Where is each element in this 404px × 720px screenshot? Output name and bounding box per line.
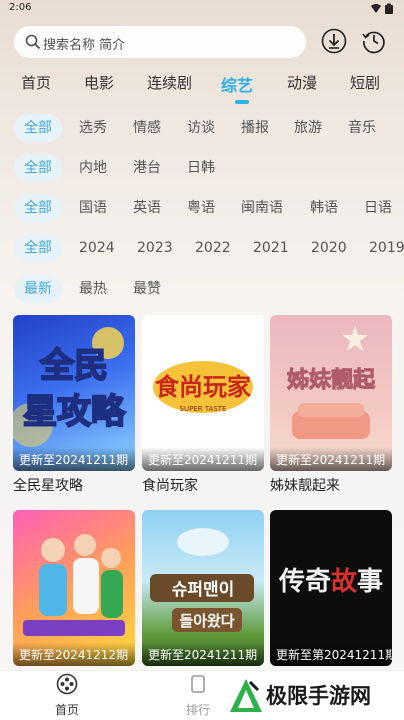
episode-badge: 更新至20241212期 [13, 642, 135, 666]
filter-row-type: 全部 选秀 情感 访谈 播报 旅游 音乐 [0, 114, 404, 142]
filter-chip[interactable]: 最新 [14, 275, 62, 303]
filter-chip[interactable]: 2020 [311, 234, 347, 262]
filter-chip[interactable]: 音乐 [348, 114, 376, 142]
show-card[interactable]: 更新至20241212期 [13, 510, 135, 666]
filter-chip[interactable]: 内地 [79, 154, 107, 182]
show-card[interactable]: 姊妹靓起 更新至20241211期 姊妹靓起来 [270, 315, 392, 495]
poster: 食尚玩家 SUPER TASTE 更新至20241211期 [142, 315, 264, 471]
filter-row-region: 全部 内地 港台 日韩 [0, 154, 404, 182]
poster: 슈퍼맨이 돌아왔다 更新至20241211期 [142, 510, 264, 666]
filter-chip[interactable]: 2024 [79, 234, 115, 262]
svg-text:食尚玩家: 食尚玩家 [155, 373, 251, 401]
filter-chip[interactable]: 全部 [14, 154, 62, 182]
filter-row-year: 全部 2024 2023 2022 2021 2020 2019 [0, 234, 404, 262]
filter-chip[interactable]: 2021 [253, 234, 289, 262]
svg-text:姊妹靓起: 姊妹靓起 [287, 367, 376, 393]
episode-badge: 更新至20241211期 [270, 447, 392, 471]
rank-icon [191, 675, 205, 693]
tab-movie[interactable]: 电影 [84, 72, 114, 93]
svg-text:SUPER TASTE: SUPER TASTE [180, 405, 227, 413]
tab-variety[interactable]: 综艺 [221, 72, 253, 96]
show-title: 姊妹靓起来 [270, 478, 340, 494]
download-icon[interactable] [321, 28, 347, 54]
filter-chip[interactable]: 2023 [137, 234, 173, 262]
episode-badge: 更新至20241211期 [142, 447, 264, 471]
tab-short-drama[interactable]: 短剧 [350, 72, 380, 93]
episode-badge: 更新至20241211期 [142, 642, 264, 666]
search-icon [25, 34, 41, 50]
nav-home-label: 首页 [54, 703, 79, 717]
episode-badge: 更新至第20241211期 [270, 642, 392, 666]
watermark-logo-icon [230, 679, 262, 712]
search-placeholder: 搜索名称 简介 [43, 38, 126, 53]
filter-chip[interactable]: 最热 [79, 275, 107, 303]
filter-chip[interactable]: 播报 [241, 114, 269, 142]
show-card[interactable]: 传奇故事 更新至第20241211期 [270, 510, 392, 666]
poster: 全民 星攻略 更新至20241211期 [13, 315, 135, 471]
show-card[interactable]: 슈퍼맨이 돌아왔다 更新至20241211期 [142, 510, 264, 666]
watermark-text: 极限手游网 [266, 684, 371, 708]
filter-chip[interactable]: 旅游 [294, 114, 322, 142]
category-tabs: 首页 电影 连续剧 综艺 动漫 短剧 [0, 70, 404, 110]
filter-chip[interactable]: 2022 [195, 234, 231, 262]
show-title: 食尚玩家 [142, 478, 198, 494]
filter-row-language: 全部 国语 英语 粤语 闽南语 韩语 日语 [0, 194, 404, 222]
nav-home[interactable]: 首页 [37, 673, 97, 718]
svg-text:슈퍼맨이: 슈퍼맨이 [172, 580, 235, 600]
filter-chip[interactable]: 2019 [369, 234, 404, 262]
tab-home[interactable]: 首页 [21, 72, 51, 93]
nav-rank-label: 排行 [185, 703, 210, 717]
poster: 更新至20241212期 [13, 510, 135, 666]
filter-chip[interactable]: 国语 [79, 194, 107, 222]
filter-chip[interactable]: 访谈 [187, 114, 215, 142]
tab-anime[interactable]: 动漫 [287, 72, 317, 93]
filter-chip[interactable]: 全部 [14, 194, 62, 222]
svg-text:星攻略: 星攻略 [23, 392, 126, 432]
watermark: 极限手游网 [222, 674, 400, 718]
status-time: 2:06 [9, 2, 32, 13]
filter-chip[interactable]: 日韩 [187, 154, 215, 182]
filter-chip[interactable]: 日语 [364, 194, 392, 222]
search-input[interactable]: 搜索名称 简介 [14, 26, 306, 58]
filter-chip[interactable]: 闽南语 [241, 194, 283, 222]
history-icon[interactable] [361, 28, 387, 54]
filter-chip[interactable]: 选秀 [79, 114, 107, 142]
poster: 姊妹靓起 更新至20241211期 [270, 315, 392, 471]
svg-text:全民: 全民 [39, 346, 108, 386]
search-row: 搜索名称 简介 [14, 26, 392, 58]
filter-chip[interactable]: 最赞 [133, 275, 161, 303]
svg-text:传奇故事: 传奇故事 [278, 567, 383, 597]
filter-chip[interactable]: 全部 [14, 114, 62, 142]
filter-chip[interactable]: 粤语 [187, 194, 215, 222]
home-film-icon [56, 673, 78, 695]
filter-chip[interactable]: 韩语 [310, 194, 338, 222]
show-card[interactable]: 食尚玩家 SUPER TASTE 更新至20241211期 食尚玩家 [142, 315, 264, 495]
nav-rank[interactable]: 排行 [168, 673, 228, 718]
filter-chip[interactable]: 全部 [14, 234, 62, 262]
filter-row-sort: 最新 最热 最赞 [0, 275, 404, 303]
wifi-battery-icon [371, 3, 393, 14]
tab-series[interactable]: 连续剧 [147, 72, 192, 93]
show-card[interactable]: 全民 星攻略 更新至20241211期 全民星攻略 [13, 315, 135, 495]
status-bar: 2:06 [0, 0, 404, 18]
poster: 传奇故事 更新至第20241211期 [270, 510, 392, 666]
filter-chip[interactable]: 情感 [133, 114, 161, 142]
svg-text:돌아왔다: 돌아왔다 [179, 612, 234, 630]
filter-chip[interactable]: 港台 [133, 154, 161, 182]
filter-chip[interactable]: 英语 [133, 194, 161, 222]
episode-badge: 更新至20241211期 [13, 447, 135, 471]
active-tab-indicator [235, 100, 249, 104]
show-title: 全民星攻略 [13, 478, 83, 494]
